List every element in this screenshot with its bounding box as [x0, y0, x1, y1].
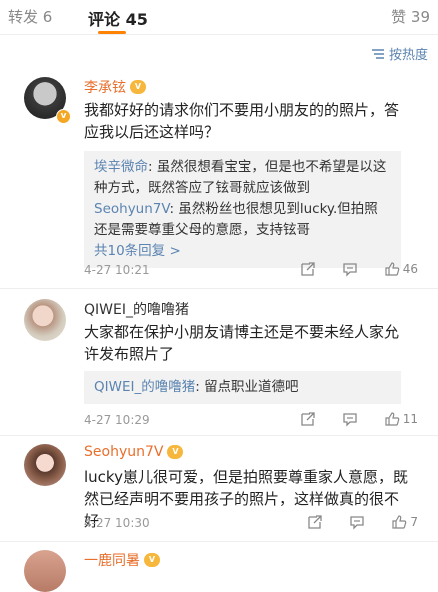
like-count: 7 — [410, 515, 418, 529]
thumbs-up-icon — [392, 515, 407, 529]
vip-badge-icon: V — [130, 80, 146, 94]
comment-meta: 4-27 10:30 7 — [84, 514, 418, 530]
comment-author[interactable]: Seohyun7V V — [84, 444, 184, 460]
reply-user[interactable]: 埃辛微命 — [94, 159, 148, 175]
reply-item: Seohyun7V: 虽然粉丝也很想见到lucky.但拍照还是需要尊重父母的意愿… — [94, 201, 378, 238]
comment-author[interactable]: 李承铉 V — [84, 77, 146, 97]
comment-text: 我都好好的请求你们不要用小朋友的的照片，答应我以后还这样吗？ — [84, 101, 400, 141]
like-count: 11 — [402, 412, 418, 426]
reply-text: 留点职业道德吧 — [204, 379, 299, 395]
comment-item: v 李承铉 V 我都好好的请求你们不要用小朋友的的照片，答应我以后还这样吗？ 埃… — [0, 67, 438, 289]
comment-icon[interactable] — [342, 261, 358, 277]
author-name[interactable]: 李承铉 — [84, 77, 126, 97]
share-icon[interactable] — [307, 514, 323, 530]
comment-time: 4-27 10:21 — [84, 263, 150, 277]
tab-like[interactable]: 赞 39 — [391, 6, 430, 27]
comment-actions: 11 — [300, 411, 418, 427]
comment-author[interactable]: 一鹿同暑 V — [84, 550, 160, 570]
vip-badge-icon: V — [167, 445, 184, 459]
tab-comment[interactable]: 评论 45 — [88, 6, 148, 30]
tab-bar: 转发 6 评论 45 赞 39 — [0, 0, 438, 35]
reply-item: QIWEI_的噜噜猪: 留点职业道德吧 — [94, 379, 299, 395]
tab-repost[interactable]: 转发 6 — [8, 6, 52, 27]
reply-item: 埃辛微命: 虽然很想看宝宝，但是也不希望是以这种方式，既然答应了铉哥就应该做到 — [94, 159, 387, 196]
active-tab-indicator — [98, 31, 126, 34]
share-icon[interactable] — [300, 411, 316, 427]
comment-actions: 7 — [307, 514, 418, 530]
author-name[interactable]: QIWEI_的噜噜猪 — [84, 299, 189, 319]
reply-box[interactable]: QIWEI_的噜噜猪: 留点职业道德吧 — [84, 371, 401, 404]
thumbs-up-icon — [385, 412, 400, 426]
like-count: 46 — [402, 262, 418, 276]
like-button[interactable]: 46 — [384, 261, 418, 277]
verified-badge-icon: v — [56, 109, 71, 124]
comment-actions: 46 — [300, 261, 418, 277]
avatar[interactable] — [24, 444, 66, 486]
avatar[interactable] — [24, 299, 66, 341]
like-button[interactable]: 11 — [384, 411, 418, 427]
comment-text: 大家都在保护小朋友请博主还是不要未经人家允许发布照片了 — [84, 323, 400, 363]
reply-user[interactable]: QIWEI_的噜噜猪 — [94, 379, 195, 395]
vip-badge-icon: V — [144, 553, 160, 567]
more-replies-link[interactable]: 共10条回复 > — [94, 241, 391, 262]
thumbs-up-icon — [385, 262, 400, 276]
comment-icon[interactable] — [349, 514, 365, 530]
sort-icon — [371, 48, 384, 59]
comment-icon[interactable] — [342, 411, 358, 427]
like-button[interactable]: 7 — [391, 514, 418, 530]
avatar[interactable] — [24, 550, 66, 592]
sort-bar: 按热度 — [0, 35, 438, 67]
comment-item: Seohyun7V V lucky崽儿很可爱，但是拍照要尊重家人意愿，既然已经声… — [0, 436, 438, 542]
comment-item: QIWEI_的噜噜猪 大家都在保护小朋友请博主还是不要未经人家允许发布照片了 Q… — [0, 289, 438, 436]
share-icon[interactable] — [300, 261, 316, 277]
comment-meta: 4-27 10:21 46 — [84, 261, 418, 277]
reply-box[interactable]: 埃辛微命: 虽然很想看宝宝，但是也不希望是以这种方式，既然答应了铉哥就应该做到 … — [84, 151, 401, 268]
sort-label: 按热度 — [388, 48, 428, 63]
author-name[interactable]: 一鹿同暑 — [84, 550, 140, 570]
comment-time: 4-27 10:29 — [84, 413, 150, 427]
sort-button[interactable]: 按热度 — [371, 44, 428, 63]
comment-time: 4-27 10:30 — [84, 516, 150, 530]
comment-item: 一鹿同暑 V — [0, 542, 438, 592]
comment-author[interactable]: QIWEI_的噜噜猪 — [84, 299, 189, 319]
author-name[interactable]: Seohyun7V — [84, 444, 163, 460]
comment-meta: 4-27 10:29 11 — [84, 411, 418, 427]
reply-user[interactable]: Seohyun7V — [94, 201, 170, 217]
